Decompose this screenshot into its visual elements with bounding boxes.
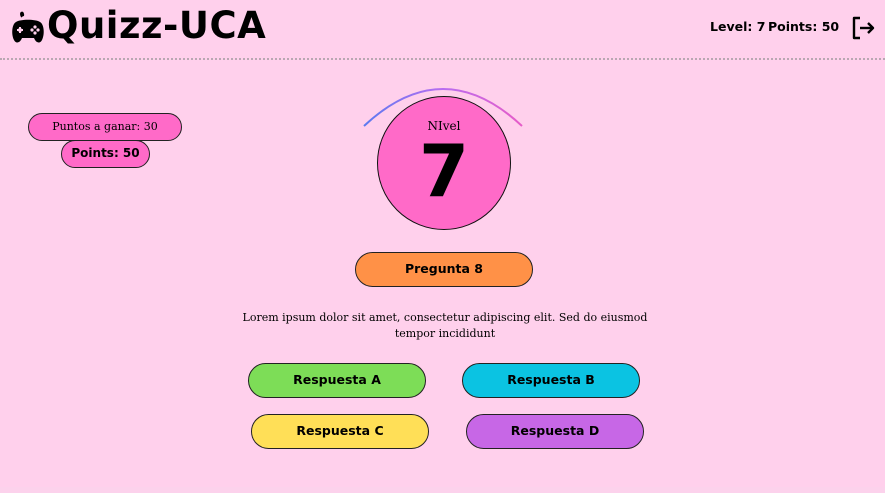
answer-b-button[interactable]: Respuesta B	[462, 363, 640, 398]
points-to-win-badge: Puntos a ganar: 30	[28, 113, 182, 141]
level-indicator: Level: 7	[710, 19, 766, 34]
app-title: Quizz-UCA	[47, 4, 267, 47]
answer-d-button[interactable]: Respuesta D	[466, 414, 644, 449]
points-indicator: Points: 50	[768, 19, 840, 34]
points-badge: Points: 50	[61, 140, 150, 168]
question-number-button: Pregunta 8	[355, 252, 533, 287]
level-circle: NIvel 7	[377, 96, 511, 230]
header: Quizz-UCA Level: 7 Points: 50	[0, 0, 885, 60]
logout-icon[interactable]	[850, 15, 876, 41]
quiz-page: Quizz-UCA Level: 7 Points: 50 Puntos a g…	[0, 0, 885, 493]
gamepad-icon	[12, 11, 44, 43]
question-text: Lorem ipsum dolor sit amet, consectetur …	[242, 311, 648, 340]
footer-strip	[0, 487, 885, 493]
level-number: 7	[418, 129, 470, 213]
answer-c-button[interactable]: Respuesta C	[251, 414, 429, 449]
answer-a-button[interactable]: Respuesta A	[248, 363, 426, 398]
